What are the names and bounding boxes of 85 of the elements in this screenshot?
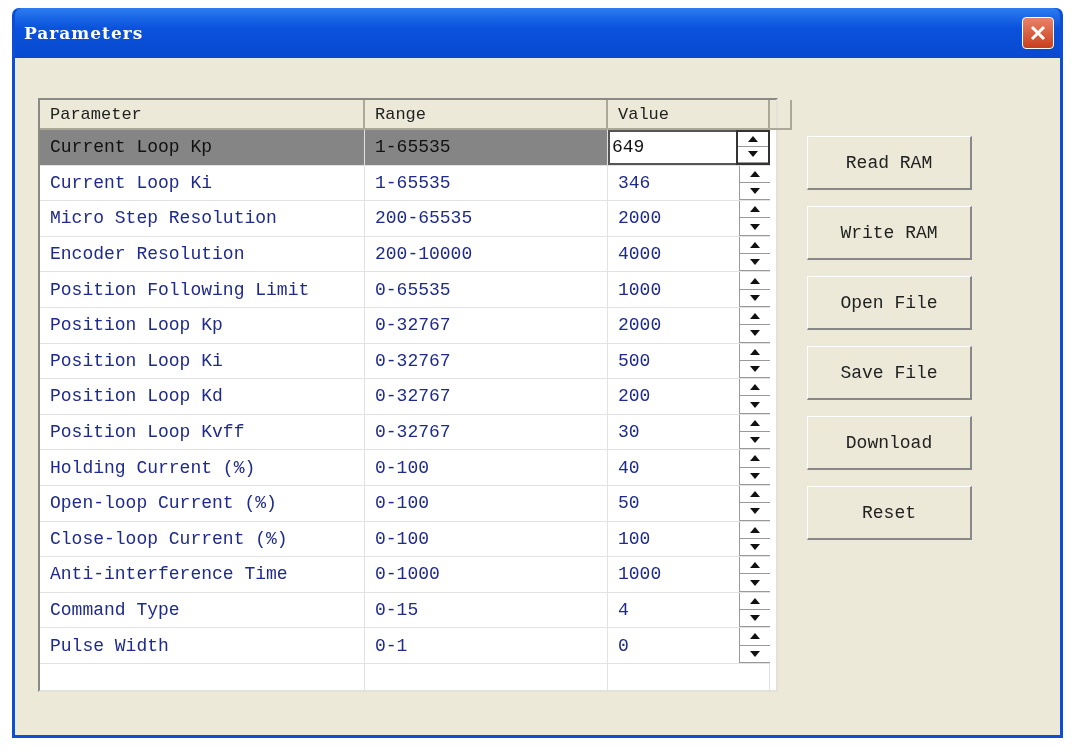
column-header-filler: [770, 100, 792, 130]
table-cell: 0-32767: [365, 343, 608, 380]
table-cell-text: 4: [617, 599, 630, 622]
down-arrow-icon: [750, 294, 760, 301]
up-arrow-icon: [750, 241, 760, 248]
table-cell: 0-32767: [365, 307, 608, 344]
table-cell: 0-15: [365, 592, 608, 629]
up-arrow-icon: [750, 384, 760, 391]
up-arrow-icon: [750, 597, 760, 604]
table-cell: Micro Step Resolution: [40, 201, 365, 237]
table-cell: 0-1000: [365, 557, 608, 593]
action-button[interactable]: Write RAM: [807, 206, 972, 260]
table-cell-text: 346: [617, 171, 652, 195]
down-arrow-icon: [750, 366, 760, 372]
table-cell: Open-loop Current (%): [40, 485, 365, 522]
down-arrow-icon: [750, 401, 760, 408]
table-cell: 200-65535: [365, 201, 608, 237]
table-cell-text: 2000: [617, 314, 663, 338]
up-arrow-icon: [750, 562, 760, 569]
table-cell: Position Loop Kp: [40, 307, 365, 344]
table-cell: Encoder Resolution: [40, 236, 365, 273]
action-button[interactable]: Save File: [807, 346, 972, 400]
table-cell-text: 0: [617, 634, 630, 658]
table-cell: Position Following Limit: [40, 272, 365, 308]
action-button[interactable]: Read RAM: [807, 136, 972, 190]
table-cell-text: 1000: [617, 563, 663, 587]
table-cell: Pulse Width: [40, 628, 365, 664]
up-arrow-icon: [750, 491, 760, 498]
table-cell: Anti-interference Time: [40, 557, 365, 593]
action-button[interactable]: Open File: [807, 276, 972, 330]
down-arrow-icon: [750, 508, 760, 515]
table-cell-text: 200: [617, 385, 652, 409]
down-arrow-icon: [750, 650, 760, 657]
table-cell: 0-100: [365, 450, 608, 486]
value-input-field[interactable]: 649: [608, 130, 736, 165]
table-cell: Close-loop Current (%): [40, 521, 365, 558]
table-cell-text: 1000: [617, 278, 663, 302]
table-cell-text: 100: [617, 527, 652, 551]
table-cell-text: 2000: [617, 207, 663, 231]
up-arrow-icon: [750, 526, 760, 533]
action-button[interactable]: Download: [807, 416, 972, 470]
table-cell-text: 30: [617, 421, 641, 445]
table-cell: 0-1: [365, 628, 608, 664]
table-cell: 0-32767: [365, 414, 608, 451]
action-button[interactable]: Reset: [807, 486, 972, 540]
down-arrow-icon: [750, 579, 760, 586]
table-cell: Command Type: [40, 592, 365, 629]
down-arrow-icon: [750, 615, 760, 622]
table-cell-text: 50: [617, 492, 641, 516]
table-cell: 0-65535: [365, 272, 608, 308]
table-cell: Position Loop Kd: [40, 379, 365, 415]
close-button[interactable]: [1022, 17, 1054, 49]
down-arrow-icon: [750, 330, 760, 337]
table-cell: 0-100: [365, 521, 608, 558]
down-arrow-icon: [750, 437, 760, 444]
up-arrow-icon: [748, 136, 758, 143]
down-arrow-icon: [748, 151, 758, 158]
down-arrow-icon: [750, 188, 760, 195]
table-cell: Holding Current (%): [40, 450, 365, 486]
up-arrow-icon: [750, 313, 760, 320]
up-arrow-icon: [750, 455, 760, 462]
table-cell: 200-10000: [365, 236, 608, 273]
table-cell: Current Loop Ki: [40, 165, 365, 202]
table-cell-text: 40: [617, 456, 641, 480]
table-cell-text: 4000: [617, 243, 663, 267]
up-arrow-icon: [750, 348, 760, 355]
down-arrow-icon: [750, 223, 760, 230]
table-cell-text: 500: [617, 349, 652, 373]
up-arrow-icon: [750, 419, 760, 426]
up-arrow-icon: [750, 633, 760, 640]
up-arrow-icon: [750, 277, 760, 284]
down-arrow-icon: [750, 472, 760, 479]
table-cell: 0-100: [365, 485, 608, 522]
table-cell: Current Loop Kp: [40, 130, 365, 166]
table-cell: 0-32767: [365, 379, 608, 415]
down-arrow-icon: [750, 543, 760, 550]
close-icon: [1030, 25, 1046, 41]
table-cell: Position Loop Kvff: [40, 414, 365, 451]
up-arrow-icon: [750, 206, 760, 213]
table-cell: 1-65535: [365, 165, 608, 202]
window-title: Parameters: [24, 23, 144, 43]
table-cell: Position Loop Ki: [40, 343, 365, 380]
down-arrow-icon: [750, 259, 760, 266]
table-cell: 1-65535: [365, 130, 608, 166]
up-arrow-icon: [750, 170, 760, 177]
